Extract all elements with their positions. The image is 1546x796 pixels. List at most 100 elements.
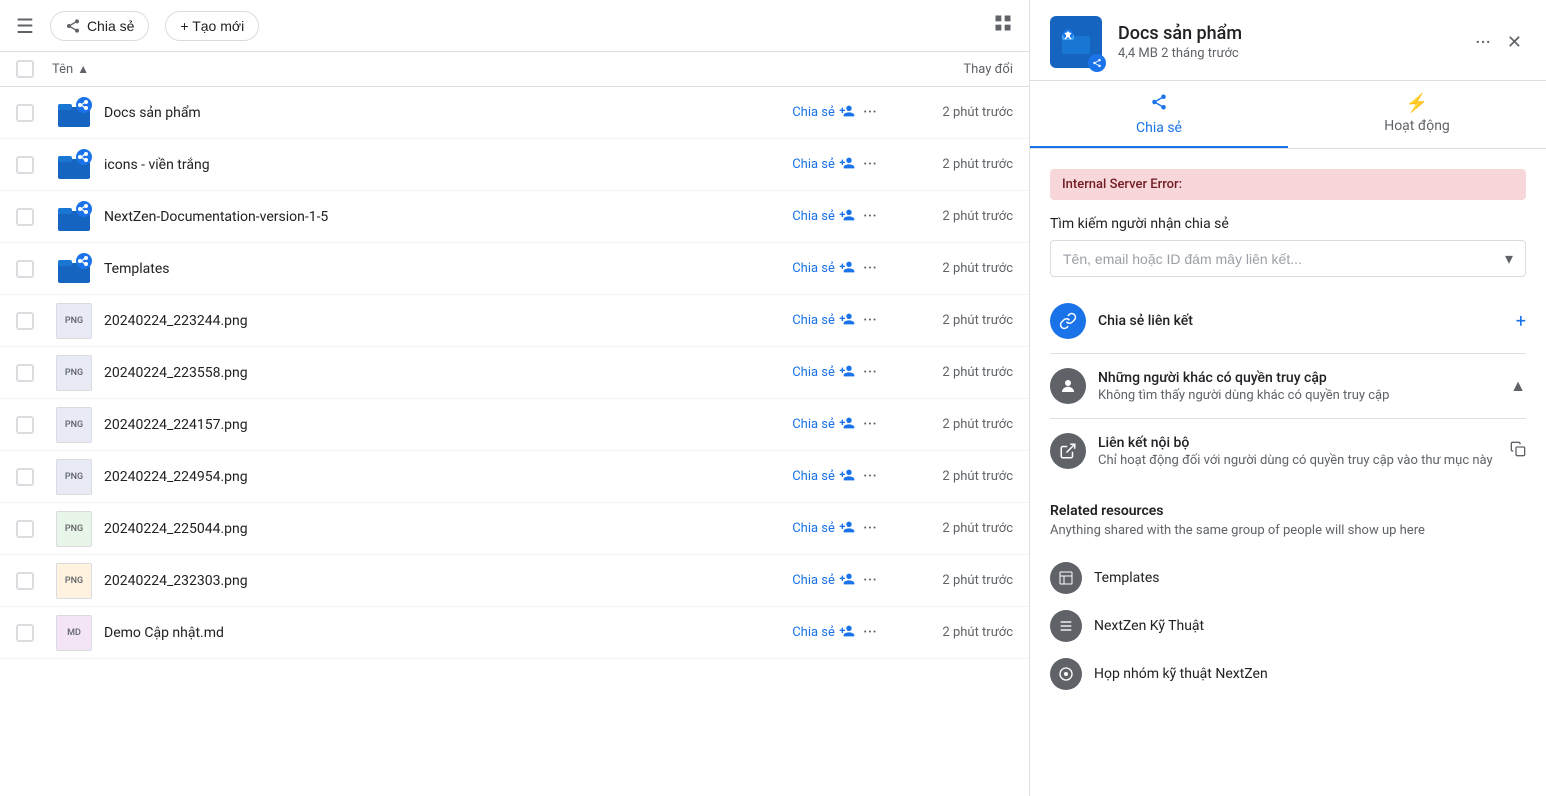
related-item-nextzen[interactable]: NextZen Kỹ Thuật [1050, 602, 1526, 650]
file-more-button[interactable]: ··· [863, 258, 877, 279]
share-label[interactable]: Chia sẻ [792, 157, 835, 172]
file-modified: 2 phút trước [893, 313, 1013, 328]
add-share-icon[interactable] [839, 155, 855, 175]
share-label[interactable]: Chia sẻ [792, 417, 835, 432]
table-row[interactable]: PNG 20240224_225044.png Chia sẻ ··· 2 ph… [0, 503, 1029, 555]
file-more-button[interactable]: ··· [863, 206, 877, 227]
add-share-icon[interactable] [839, 363, 855, 383]
table-row[interactable]: PNG 20240224_224157.png Chia sẻ ··· 2 ph… [0, 399, 1029, 451]
share-label[interactable]: Chia sẻ [792, 313, 835, 328]
file-checkbox[interactable] [16, 260, 34, 278]
file-name: NextZen-Documentation-version-1-5 [104, 209, 792, 225]
divider-1 [1050, 353, 1526, 354]
related-title: Related resources [1050, 503, 1526, 519]
share-link-add-button[interactable]: + [1516, 311, 1526, 332]
share-label[interactable]: Chia sẻ [792, 625, 835, 640]
tab-activity[interactable]: ⚡ Hoạt động [1288, 81, 1546, 148]
file-more-button[interactable]: ··· [863, 102, 877, 123]
file-more-button[interactable]: ··· [863, 518, 877, 539]
file-checkbox[interactable] [16, 208, 34, 226]
file-checkbox[interactable] [16, 572, 34, 590]
table-row[interactable]: Templates Chia sẻ ··· 2 phút trước [0, 243, 1029, 295]
table-row[interactable]: PNG 20240224_224954.png Chia sẻ ··· 2 ph… [0, 451, 1029, 503]
detail-more-button[interactable]: ··· [1471, 26, 1495, 58]
table-row[interactable]: icons - viền trắng Chia sẻ ··· 2 phút tr… [0, 139, 1029, 191]
share-label[interactable]: Chia sẻ [792, 105, 835, 120]
detail-header: Docs sản phẩm 4,4 MB 2 tháng trước ··· ✕ [1030, 0, 1546, 81]
related-templates-label: Templates [1094, 570, 1160, 586]
table-row[interactable]: Docs sản phẩm Chia sẻ ··· 2 phút trước [0, 87, 1029, 139]
share-label[interactable]: Chia sẻ [792, 521, 835, 536]
add-share-icon[interactable] [839, 519, 855, 539]
share-search-wrapper[interactable]: ▾ [1050, 240, 1526, 277]
file-checkbox[interactable] [16, 156, 34, 174]
file-icon: PNG [52, 563, 96, 599]
file-icon: PNG [52, 459, 96, 495]
table-row[interactable]: PNG 20240224_232303.png Chia sẻ ··· 2 ph… [0, 555, 1029, 607]
file-modified: 2 phút trước [893, 365, 1013, 380]
file-checkbox[interactable] [16, 104, 34, 122]
file-icon: MD [52, 615, 96, 651]
detail-close-button[interactable]: ✕ [1503, 28, 1526, 57]
file-more-button[interactable]: ··· [863, 622, 877, 643]
file-modified: 2 phút trước [893, 469, 1013, 484]
file-more-button[interactable]: ··· [863, 154, 877, 175]
link-icon [1050, 303, 1086, 339]
file-name: 20240224_224954.png [104, 469, 792, 485]
add-share-icon[interactable] [839, 207, 855, 227]
select-all-checkbox[interactable] [16, 60, 34, 78]
file-modified: 2 phút trước [893, 105, 1013, 120]
file-modified: 2 phút trước [893, 209, 1013, 224]
file-checkbox[interactable] [16, 520, 34, 538]
internal-copy-button[interactable] [1510, 441, 1526, 461]
others-expand-icon[interactable]: ▲ [1510, 376, 1526, 396]
file-more-button[interactable]: ··· [863, 466, 877, 487]
table-row[interactable]: PNG 20240224_223244.png Chia sẻ ··· 2 ph… [0, 295, 1029, 347]
add-share-icon[interactable] [839, 623, 855, 643]
share-search-input[interactable] [1063, 251, 1505, 267]
tab-share[interactable]: Chia sẻ [1030, 81, 1288, 148]
share-badge-icon [1088, 54, 1106, 72]
add-share-icon[interactable] [839, 467, 855, 487]
grid-icon[interactable] [993, 13, 1013, 38]
share-others-text: Những người khác có quyền truy cập Không… [1098, 370, 1498, 403]
share-label[interactable]: Chia sẻ [792, 365, 835, 380]
related-item-templates[interactable]: Templates [1050, 554, 1526, 602]
add-share-icon[interactable] [839, 571, 855, 591]
add-share-icon[interactable] [839, 259, 855, 279]
file-checkbox[interactable] [16, 416, 34, 434]
share-label[interactable]: Chia sẻ [792, 469, 835, 484]
file-modified: 2 phút trước [893, 261, 1013, 276]
table-row[interactable]: MD Demo Cập nhật.md Chia sẻ ··· 2 phút t… [0, 607, 1029, 659]
share-button[interactable]: Chia sẻ [50, 11, 149, 41]
file-name: 20240224_225044.png [104, 521, 792, 537]
share-label[interactable]: Chia sẻ [792, 261, 835, 276]
file-checkbox[interactable] [16, 312, 34, 330]
table-row[interactable]: PNG 20240224_223558.png Chia sẻ ··· 2 ph… [0, 347, 1029, 399]
menu-icon[interactable]: ☰ [16, 14, 34, 38]
file-more-button[interactable]: ··· [863, 362, 877, 383]
divider-2 [1050, 418, 1526, 419]
column-header-name[interactable]: Tên ▲ [52, 62, 853, 77]
add-share-icon[interactable] [839, 311, 855, 331]
add-share-icon[interactable] [839, 415, 855, 435]
file-more-button[interactable]: ··· [863, 570, 877, 591]
toolbar: ☰ Chia sẻ + Tạo mới [0, 0, 1029, 52]
file-more-button[interactable]: ··· [863, 414, 877, 435]
file-checkbox[interactable] [16, 364, 34, 382]
new-button[interactable]: + Tạo mới [165, 11, 259, 41]
related-item-meeting[interactable]: Họp nhóm kỹ thuật NextZen [1050, 650, 1526, 698]
search-dropdown-icon[interactable]: ▾ [1505, 249, 1513, 268]
detail-meta: 4,4 MB 2 tháng trước [1118, 46, 1455, 61]
file-name: icons - viền trắng [104, 157, 792, 173]
file-checkbox[interactable] [16, 624, 34, 642]
add-share-icon[interactable] [839, 103, 855, 123]
share-label[interactable]: Chia sẻ [792, 209, 835, 224]
file-checkbox[interactable] [16, 468, 34, 486]
table-row[interactable]: NextZen-Documentation-version-1-5 Chia s… [0, 191, 1029, 243]
file-more-button[interactable]: ··· [863, 310, 877, 331]
share-others-row: Những người khác có quyền truy cập Không… [1050, 358, 1526, 414]
internal-icon [1050, 433, 1086, 469]
share-label[interactable]: Chia sẻ [792, 573, 835, 588]
detail-actions: ··· ✕ [1471, 26, 1526, 58]
